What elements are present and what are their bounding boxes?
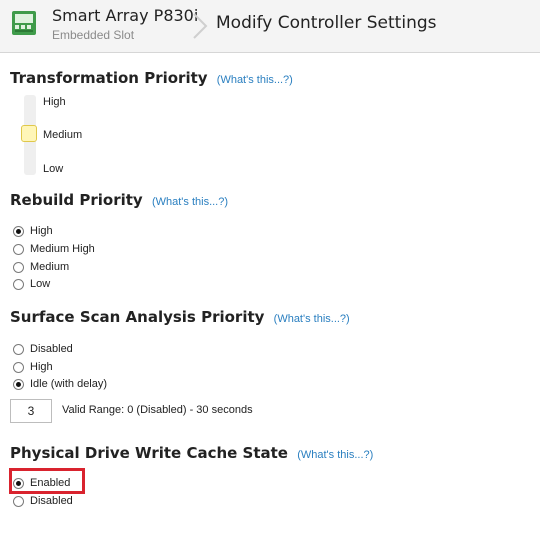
surface-scan-option-high[interactable]: High [13, 359, 53, 375]
slider-label-medium: Medium [43, 129, 83, 141]
surface-scan-heading: Surface Scan Analysis Priority (What's t… [10, 308, 350, 326]
surface-scan-option-idle[interactable]: Idle (with delay) [13, 376, 107, 392]
valid-range-text: Valid Range: 0 (Disabled) - 30 seconds [62, 404, 253, 416]
help-link-rebuild[interactable]: (What's this...?) [152, 196, 228, 208]
device-slot: Embedded Slot [52, 28, 135, 42]
radio-button[interactable] [13, 495, 24, 507]
slider-thumb[interactable] [21, 125, 37, 142]
rebuild-priority-heading: Rebuild Priority (What's this...?) [10, 191, 228, 209]
rebuild-option-low[interactable]: Low [13, 276, 50, 292]
surface-scan-option-disabled[interactable]: Disabled [13, 341, 73, 357]
write-cache-title: Physical Drive Write Cache State [10, 444, 288, 462]
radio-button[interactable] [13, 378, 24, 390]
help-link-surface-scan[interactable]: (What's this...?) [274, 313, 350, 325]
rebuild-option-high[interactable]: High [13, 223, 53, 239]
page-title: Modify Controller Settings [216, 13, 437, 33]
rebuild-option-medium[interactable]: Medium [13, 259, 69, 275]
controller-icon [12, 11, 36, 35]
rebuild-option-medium-high[interactable]: Medium High [13, 241, 95, 257]
option-label: High [30, 361, 53, 373]
transformation-priority-title: Transformation Priority [10, 69, 208, 87]
radio-button[interactable] [13, 261, 24, 273]
surface-scan-title: Surface Scan Analysis Priority [10, 308, 265, 326]
option-label: Medium [30, 261, 70, 273]
radio-button[interactable] [13, 361, 24, 373]
slider-label-high: High [43, 96, 66, 108]
rebuild-priority-title: Rebuild Priority [10, 191, 143, 209]
option-label: Low [30, 278, 51, 290]
help-link-write-cache[interactable]: (What's this...?) [297, 449, 373, 461]
option-label: High [30, 225, 53, 237]
idle-delay-input[interactable] [10, 399, 52, 423]
option-label: Disabled [30, 495, 73, 507]
device-name: Smart Array P830i [52, 6, 199, 25]
help-link-transformation[interactable]: (What's this...?) [217, 74, 293, 86]
slider-label-low: Low [43, 163, 64, 175]
radio-button[interactable] [13, 343, 24, 355]
option-label: Idle (with delay) [30, 378, 108, 390]
write-cache-heading: Physical Drive Write Cache State (What's… [10, 444, 373, 462]
radio-button[interactable] [13, 225, 24, 237]
header-bar: Smart Array P830i Embedded Slot Modify C… [0, 0, 540, 53]
option-label: Disabled [30, 343, 73, 355]
transformation-priority-heading: Transformation Priority (What's this...?… [10, 69, 293, 87]
highlight-box [9, 468, 85, 494]
write-cache-option-disabled[interactable]: Disabled [13, 493, 73, 509]
option-label: Medium High [30, 243, 95, 255]
radio-button[interactable] [13, 243, 24, 255]
chevron-right-icon [193, 13, 208, 39]
radio-button[interactable] [13, 278, 24, 290]
